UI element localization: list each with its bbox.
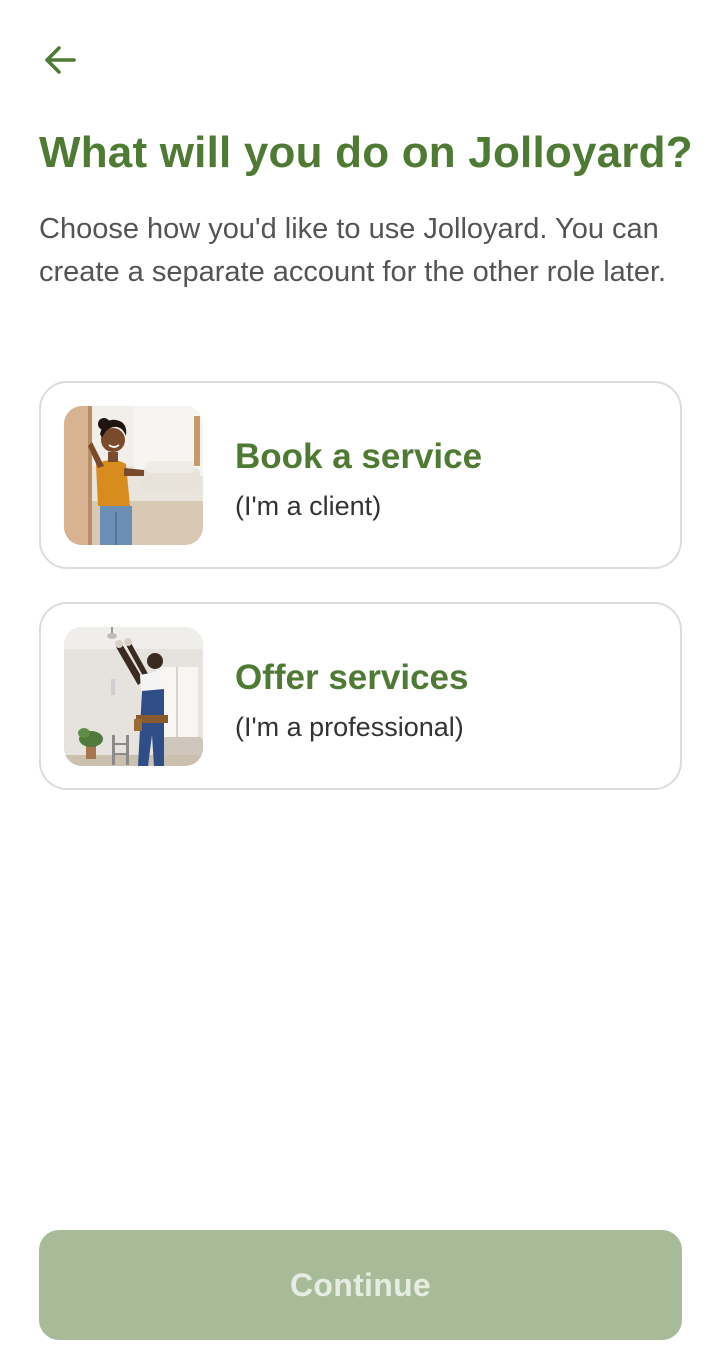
arrow-left-icon <box>40 40 80 80</box>
role-selection-screen: What will you do on Jolloyard? Choose ho… <box>0 0 720 1370</box>
option-subtitle: (I'm a professional) <box>235 712 464 742</box>
book-service-option[interactable]: Book a service (I'm a client) <box>39 381 682 569</box>
page-title: What will you do on Jolloyard? <box>39 128 693 177</box>
page-subtitle: Choose how you'd like to use Jolloyard. … <box>39 213 667 288</box>
continue-label: Continue <box>289 1266 432 1303</box>
back-button[interactable] <box>32 38 92 82</box>
client-photo <box>64 406 203 545</box>
option-title: Book a service <box>235 437 483 476</box>
continue-button[interactable]: Continue <box>39 1230 682 1340</box>
option-title: Offer services <box>235 658 469 697</box>
offer-services-option[interactable]: Offer services (I'm a professional) <box>39 602 682 790</box>
professional-photo <box>64 627 203 766</box>
option-subtitle: (I'm a client) <box>235 491 382 521</box>
